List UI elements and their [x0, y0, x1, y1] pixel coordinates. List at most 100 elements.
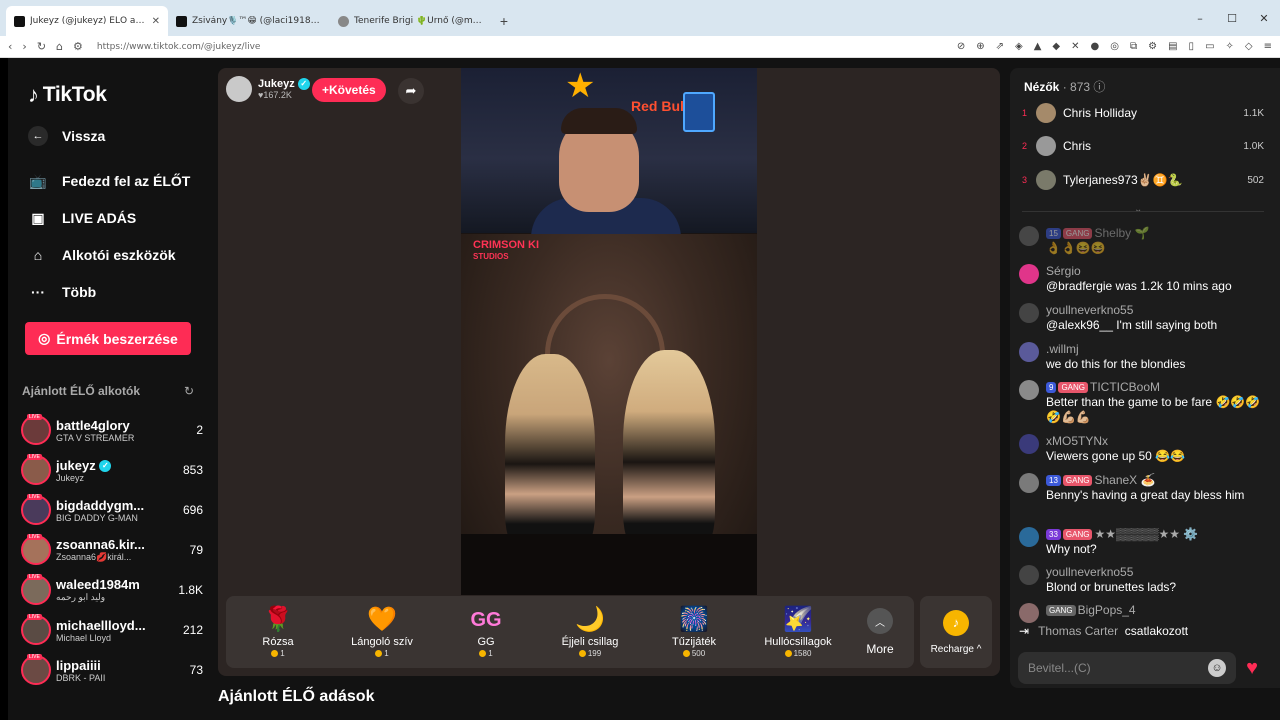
level-badge: 15 — [1046, 228, 1061, 240]
extension-icon[interactable]: ● — [1091, 41, 1100, 52]
browser-tab-jukeyz[interactable]: Jukeyz (@jukeyz) ÉLŐ adása ✕ — [6, 6, 168, 36]
avatar[interactable] — [1019, 342, 1039, 362]
nav-creator-tools[interactable]: ⌂ Alkotói eszközök — [28, 245, 176, 265]
creator-item[interactable]: LIVE bigdaddygm... BIG DADDY G-MAN 696 — [21, 492, 203, 528]
avatar[interactable] — [1019, 264, 1039, 284]
creator-item[interactable]: LIVE waleed1984m وليد ابو رحمه 1.8K — [21, 572, 203, 608]
dj-stream-feed: CRIMSON KI STUDIOS — [461, 234, 757, 595]
share-page-icon[interactable]: ⇗ — [996, 41, 1004, 52]
creator-item[interactable]: LIVE zsoanna6.kir... Zsoanna6💋királ... 79 — [21, 532, 203, 568]
avatar[interactable] — [1019, 527, 1039, 547]
menu-icon[interactable]: ≡ — [1264, 41, 1272, 52]
extension-icon[interactable]: ◆ — [1052, 41, 1060, 52]
like-heart-icon[interactable]: ♥ — [1238, 654, 1266, 682]
nav-explore-live[interactable]: 📺 Fedezd fel az ÉLŐT — [28, 171, 190, 191]
joined-user[interactable]: Thomas Carter — [1038, 624, 1118, 638]
reload-icon[interactable]: ↻ — [37, 40, 46, 53]
sidebar-icon[interactable]: ▯ — [1189, 41, 1195, 52]
gift-rose[interactable]: 🌹 Rózsa 1 — [226, 596, 330, 668]
wallet-icon[interactable]: ▭ — [1205, 41, 1214, 52]
browser-tab-zsivany[interactable]: Zsivány🎙️™😁 (@laci1918) ÉLŐ — [168, 6, 330, 36]
chevron-down-icon[interactable]: ⌄ — [1134, 204, 1142, 215]
chat-username[interactable]: BigPops_4 — [1078, 603, 1136, 617]
zoom-icon[interactable]: ⊕ — [976, 41, 984, 52]
site-info-icon[interactable]: ⚙ — [73, 40, 83, 53]
gift-heart[interactable]: 🧡 Lángoló szív 1 — [330, 596, 434, 668]
browser-tab-bar: Jukeyz (@jukeyz) ÉLŐ adása ✕ Zsivány🎙️™😁… — [0, 0, 1280, 36]
nav-more[interactable]: ··· Több — [28, 282, 96, 302]
mute-icon[interactable]: ⊘ — [957, 41, 965, 52]
chat-username[interactable]: .willmj — [1046, 342, 1271, 357]
top-viewer-row[interactable]: 1 Chris Holliday 1.1K — [1022, 100, 1264, 126]
address-bar[interactable]: https://www.tiktok.com/@jukeyz/live — [93, 42, 947, 52]
extension-icon[interactable]: ✕ — [1071, 41, 1079, 52]
ai-icon[interactable]: ✧ — [1226, 41, 1234, 52]
creator-item[interactable]: LIVE lippaiiii DBRK - PAII 73 — [21, 652, 203, 688]
chat-username[interactable]: Sérgio — [1046, 264, 1271, 279]
brave-shield-icon[interactable]: ◈ — [1015, 41, 1023, 52]
recharge-button[interactable]: ♪ Recharge ^ — [920, 596, 992, 668]
gift-shooting-stars[interactable]: 🌠 Hullócsillagok 1580 — [746, 596, 850, 668]
share-icon[interactable]: ➦ — [398, 78, 424, 104]
reader-icon[interactable]: ▤ — [1168, 41, 1177, 52]
get-coins-button[interactable]: ◎ Érmék beszerzése — [25, 322, 191, 355]
vpn-icon[interactable]: ◇ — [1245, 41, 1253, 52]
top-viewer-row[interactable]: 3 Tylerjanes973✌🏼♊🐍 502 — [1022, 167, 1264, 193]
more-dots-icon: ··· — [31, 284, 45, 300]
gift-gg[interactable]: GG GG 1 — [434, 596, 538, 668]
avatar[interactable] — [1019, 303, 1039, 323]
viewers-header[interactable]: Nézők · 873 ⓘ — [1024, 78, 1105, 95]
nav-go-live[interactable]: ▣ LIVE ADÁS — [28, 208, 136, 228]
info-icon[interactable]: ⓘ — [1093, 80, 1105, 94]
avatar[interactable] — [1019, 565, 1039, 585]
follow-button[interactable]: +Követés — [312, 78, 386, 102]
browser-tab-tenerife[interactable]: Tenerife Brigi 🌵Ürnő (@mazs04) ÉL — [330, 6, 492, 36]
chat-username[interactable]: Shelby 🌱 — [1094, 226, 1149, 240]
creator-item[interactable]: LIVE jukeyz ✓ Jukeyz 853 — [21, 452, 203, 488]
home-icon[interactable]: ⌂ — [56, 40, 63, 53]
creator-item[interactable]: LIVE battle4glory GTA V STREAMER 2 — [21, 412, 203, 448]
host-info[interactable]: Jukeyz ✓ ♥167.2K — [226, 76, 310, 102]
refresh-icon[interactable]: ↻ — [184, 384, 194, 398]
close-window-button[interactable]: ✕ — [1248, 12, 1280, 25]
back-button[interactable]: ← Vissza — [28, 126, 105, 146]
gift-price: 500 — [691, 649, 706, 658]
creator-item[interactable]: LIVE michaellloyd... Michael Lloyd 212 — [21, 612, 203, 648]
avatar[interactable] — [1019, 473, 1039, 493]
creator-name: zsoanna6.kir... — [56, 537, 145, 552]
chat-username[interactable]: ★★▒▒▒▒▒★★ ⚙️ — [1094, 527, 1198, 541]
rose-icon: 🌹 — [263, 606, 293, 633]
chat-username[interactable]: ShaneX 🍝 — [1094, 473, 1155, 487]
live-video[interactable]: ★ Red Bull CRIMSON KI STUDIOS — [461, 68, 757, 595]
gear-icon[interactable]: ⚙ — [1148, 41, 1157, 52]
chat-text: we do this for the blondies — [1046, 357, 1186, 371]
close-tab-icon[interactable]: ✕ — [152, 16, 160, 27]
avatar[interactable] — [1019, 603, 1039, 623]
gift-night-star[interactable]: 🌙 Éjjeli csillag 199 — [538, 596, 642, 668]
back-arrow-icon[interactable]: ‹ — [8, 40, 12, 53]
new-tab-button[interactable]: + — [492, 6, 516, 36]
more-gifts-button[interactable]: ︿ More — [850, 596, 910, 668]
rewards-triangle-icon[interactable]: ▲ — [1034, 41, 1042, 52]
avatar[interactable] — [1019, 226, 1039, 246]
joined-text: csatlakozott — [1124, 624, 1189, 638]
chat-username[interactable]: youllneverkno55 — [1046, 303, 1271, 318]
tab-title: Tenerife Brigi 🌵Ürnő (@mazs04) ÉL — [354, 16, 484, 26]
creator-name: michaellloyd... — [56, 617, 146, 633]
avatar[interactable] — [1019, 434, 1039, 454]
chat-username[interactable]: youllneverkno55 — [1046, 565, 1271, 580]
forward-arrow-icon[interactable]: › — [22, 40, 26, 53]
extension-icon[interactable]: ◎ — [1110, 41, 1119, 52]
chat-username[interactable]: TICTICBooM — [1090, 380, 1160, 394]
gift-fireworks[interactable]: 🎆 Tűzijáték 500 — [642, 596, 746, 668]
puzzle-icon[interactable]: ⧉ — [1130, 41, 1137, 52]
chat-input[interactable]: Bevitel...(C) ☺ — [1018, 652, 1236, 684]
chat-username[interactable]: xMO5TYNx — [1046, 434, 1271, 449]
maximize-button[interactable]: ☐ — [1216, 12, 1248, 25]
top-viewer-row[interactable]: 2 Chris 1.0K — [1022, 133, 1264, 159]
coin-icon: ◎ — [38, 330, 51, 346]
tiktok-logo[interactable]: ♪ TikTok — [28, 82, 107, 108]
avatar[interactable] — [1019, 380, 1039, 400]
emoji-icon[interactable]: ☺ — [1208, 659, 1226, 677]
minimize-button[interactable]: – — [1184, 12, 1216, 25]
